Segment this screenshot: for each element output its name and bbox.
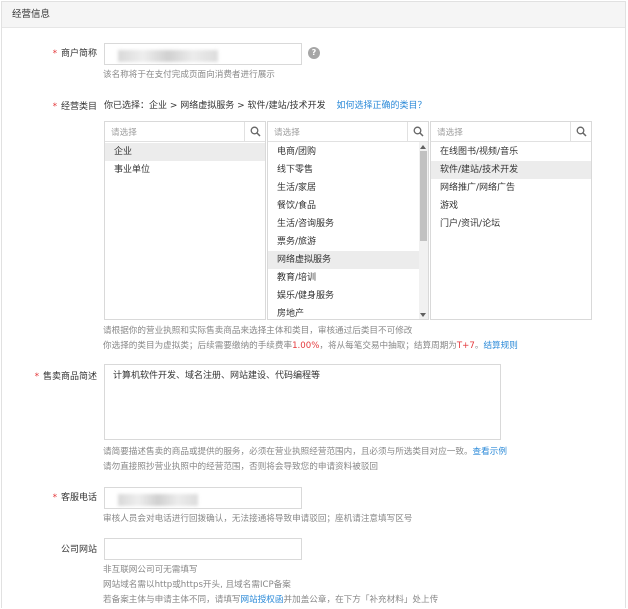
selected-category: 你已选择：企业 > 网络虚拟服务 > 软件/建站/技术开发 如何选择正确的类目？ [104,101,427,111]
column-1-search[interactable]: 请选择 [105,122,265,142]
column-2-search-placeholder: 请选择 [274,128,300,138]
settle-rule-link[interactable]: 结算规则 [483,341,517,351]
section-title: 经营信息 [2,2,625,28]
redacted-value [118,494,198,506]
category-option[interactable]: 房地产 [268,305,428,319]
business-info-panel: 经营信息 * 商户简称 ? 该名称将于在支付完成页面向消费者进行展示 * 经营类… [1,1,626,608]
website-hint-2: 网站域名需以http或https开头, 且域名需ICP备案 [103,580,291,590]
merchant-name-hint: 该名称将于在支付完成页面向消费者进行展示 [103,70,275,80]
fee-rate: 1.00% [292,341,320,351]
category-option[interactable]: 餐饮/食品 [268,197,428,215]
category-column-3: 请选择 在线图书/视频/音乐 软件/建站/技术开发 网络推广/网络广告 游戏 门户/资讯… [430,121,592,320]
scroll-down-arrow-icon[interactable] [420,313,426,317]
category-option[interactable]: 网络虚拟服务 [268,251,428,269]
category-option[interactable]: 生活/咨询服务 [268,215,428,233]
column-2-list: 电商/团购 线下零售 生活/家居 餐饮/食品 生活/咨询服务 票务/旅游 网络虚拟服务 教育/… [268,142,428,319]
category-option[interactable]: 电商/团购 [268,143,428,161]
merchant-name-input[interactable] [104,43,302,65]
website-auth-link[interactable]: 网站授权函 [241,595,284,605]
column-3-list: 在线图书/视频/音乐 软件/建站/技术开发 网络推广/网络广告 游戏 门户/资讯/论坛 [431,142,591,233]
website-hint-3: 若备案主体与申请主体不同，请填写网站授权函并加盖公章，在下方「补充材料」处上传 [103,595,439,605]
website-input[interactable] [104,538,302,560]
redacted-value [118,50,218,62]
view-example-link[interactable]: 查看示例 [473,447,507,457]
product-desc-textarea[interactable]: 计算机软件开发、域名注册、网站建设、代码编程等 [104,364,501,440]
scroll-thumb[interactable] [420,151,427,241]
category-option[interactable]: 门户/资讯/论坛 [431,215,591,233]
category-option[interactable]: 线下零售 [268,161,428,179]
column-3-search-placeholder: 请选择 [437,128,463,138]
category-option[interactable]: 票务/旅游 [268,233,428,251]
column-3-search[interactable]: 请选择 [431,122,591,142]
magnifier-icon[interactable] [407,122,428,141]
product-desc-label: * 售卖商品简述 [34,372,97,382]
category-option[interactable]: 软件/建站/技术开发 [431,161,591,179]
phone-label: * 客服电话 [52,493,97,503]
column-1-list: 企业 事业单位 [105,142,265,179]
website-hint-1: 非互联网公司可无需填写 [103,565,198,575]
scroll-up-arrow-icon[interactable] [420,145,426,149]
product-desc-hint-2: 请勿直接照抄营业执照中的经营范围，否则将会导致您的申请资料被驳回 [103,462,379,472]
question-circle-icon[interactable]: ? [308,47,320,59]
phone-hint: 审核人员会对电话进行回拨确认，无法接通将导致申请驳回；座机请注意填写区号 [103,514,413,524]
column-2-scrollbar[interactable] [419,142,428,319]
category-option[interactable]: 生活/家居 [268,179,428,197]
category-hint-1: 请根据你的营业执照和实际售卖商品来选择主体和类目，审核通过后类目不可修改 [103,326,413,336]
category-help-link[interactable]: 如何选择正确的类目？ [336,101,426,111]
category-option[interactable]: 网络推广/网络广告 [431,179,591,197]
website-label: 公司网站 [60,545,97,555]
phone-input[interactable] [104,487,302,509]
category-option[interactable]: 教育/培训 [268,269,428,287]
merchant-name-label: * 商户简称 [52,49,97,59]
column-1-search-placeholder: 请选择 [111,128,137,138]
product-desc-hint-1: 请简要描述售卖的商品或提供的服务，必须在营业执照经营范围内，且必须与所选类目对应… [103,447,507,457]
category-column-2: 请选择 电商/团购 线下零售 生活/家居 餐饮/食品 生活/咨询服务 票务/旅游 网络虚拟服… [267,121,429,320]
column-2-search[interactable]: 请选择 [268,122,428,142]
category-hint-2: 你选择的类目为虚拟类；后续需要缴纳的手续费率1.00%，将从每笔交易中抽取；结算… [103,341,518,351]
category-option[interactable]: 游戏 [431,197,591,215]
category-option[interactable]: 企业 [105,143,265,161]
magnifier-icon[interactable] [244,122,265,141]
category-option[interactable]: 娱乐/健身服务 [268,287,428,305]
magnifier-icon[interactable] [570,122,591,141]
category-label: * 经营类目 [52,102,97,112]
category-option[interactable]: 事业单位 [105,161,265,179]
settle-cycle: T+7 [456,341,475,351]
category-column-1: 请选择 企业 事业单位 [104,121,266,320]
category-option[interactable]: 在线图书/视频/音乐 [431,143,591,161]
